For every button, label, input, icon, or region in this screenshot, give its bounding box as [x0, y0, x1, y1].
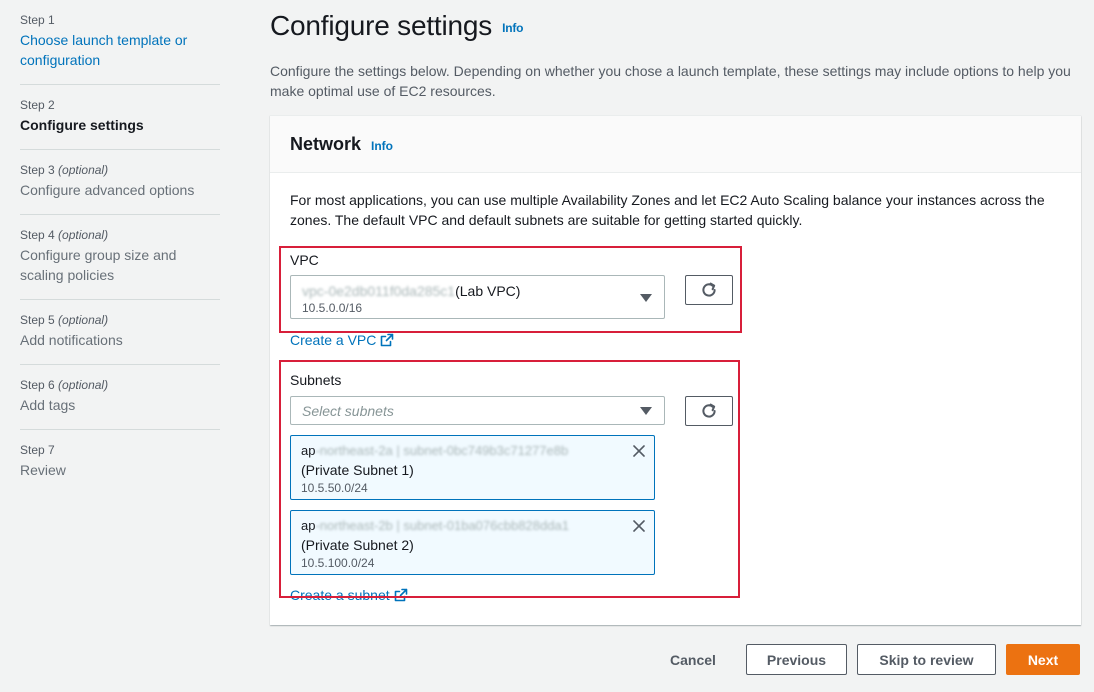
highlight-box-vpc — [279, 246, 742, 333]
step-number: Step 4 — [20, 228, 55, 242]
previous-button[interactable]: Previous — [746, 644, 847, 675]
step-title-configure-settings: Configure settings — [20, 117, 144, 133]
step-5: Step 5 (optional) Add notifications — [20, 300, 220, 365]
wizard-steps: Step 1 Choose launch template or configu… — [20, 0, 220, 494]
step-number: Step 1 — [20, 13, 55, 27]
step-number: Step 6 — [20, 378, 55, 392]
step-2: Step 2 Configure settings — [20, 85, 220, 150]
network-title: Network — [290, 134, 362, 154]
step-3: Step 3 (optional) Configure advanced opt… — [20, 150, 220, 215]
cancel-button[interactable]: Cancel — [656, 644, 730, 675]
next-button[interactable]: Next — [1006, 644, 1080, 675]
step-link-choose-template[interactable]: Choose launch template or configuration — [20, 30, 220, 70]
network-panel-header: Network Info — [270, 116, 1081, 173]
step-7: Step 7 Review — [20, 430, 220, 494]
step-title-review: Review — [20, 462, 66, 478]
step-optional: (optional) — [58, 228, 109, 242]
network-info-link[interactable]: Info — [371, 139, 393, 153]
step-title-notifications: Add notifications — [20, 332, 123, 348]
step-1: Step 1 Choose launch template or configu… — [20, 0, 220, 85]
page-title: Configure settings Info — [270, 10, 524, 41]
step-number: Step 3 — [20, 163, 55, 177]
step-number: Step 2 — [20, 98, 55, 112]
external-link-icon — [381, 333, 394, 347]
step-title-group-size: Configure group size and scaling policie… — [20, 247, 177, 283]
step-number: Step 5 — [20, 313, 55, 327]
step-optional: (optional) — [58, 378, 109, 392]
skip-to-review-button[interactable]: Skip to review — [857, 644, 996, 675]
step-optional: (optional) — [58, 313, 109, 327]
step-number: Step 7 — [20, 443, 55, 457]
create-vpc-link[interactable]: Create a VPC — [290, 332, 394, 348]
step-6: Step 6 (optional) Add tags — [20, 365, 220, 430]
step-title-tags: Add tags — [20, 397, 76, 413]
step-optional: (optional) — [58, 163, 109, 177]
page-info-link[interactable]: Info — [502, 21, 523, 35]
network-description: For most applications, you can use multi… — [290, 192, 1045, 228]
page-description: Configure the settings below. Depending … — [270, 63, 1071, 99]
step-title-advanced-options: Configure advanced options — [20, 182, 195, 198]
step-4: Step 4 (optional) Configure group size a… — [20, 215, 220, 300]
highlight-box-subnets — [279, 360, 740, 598]
